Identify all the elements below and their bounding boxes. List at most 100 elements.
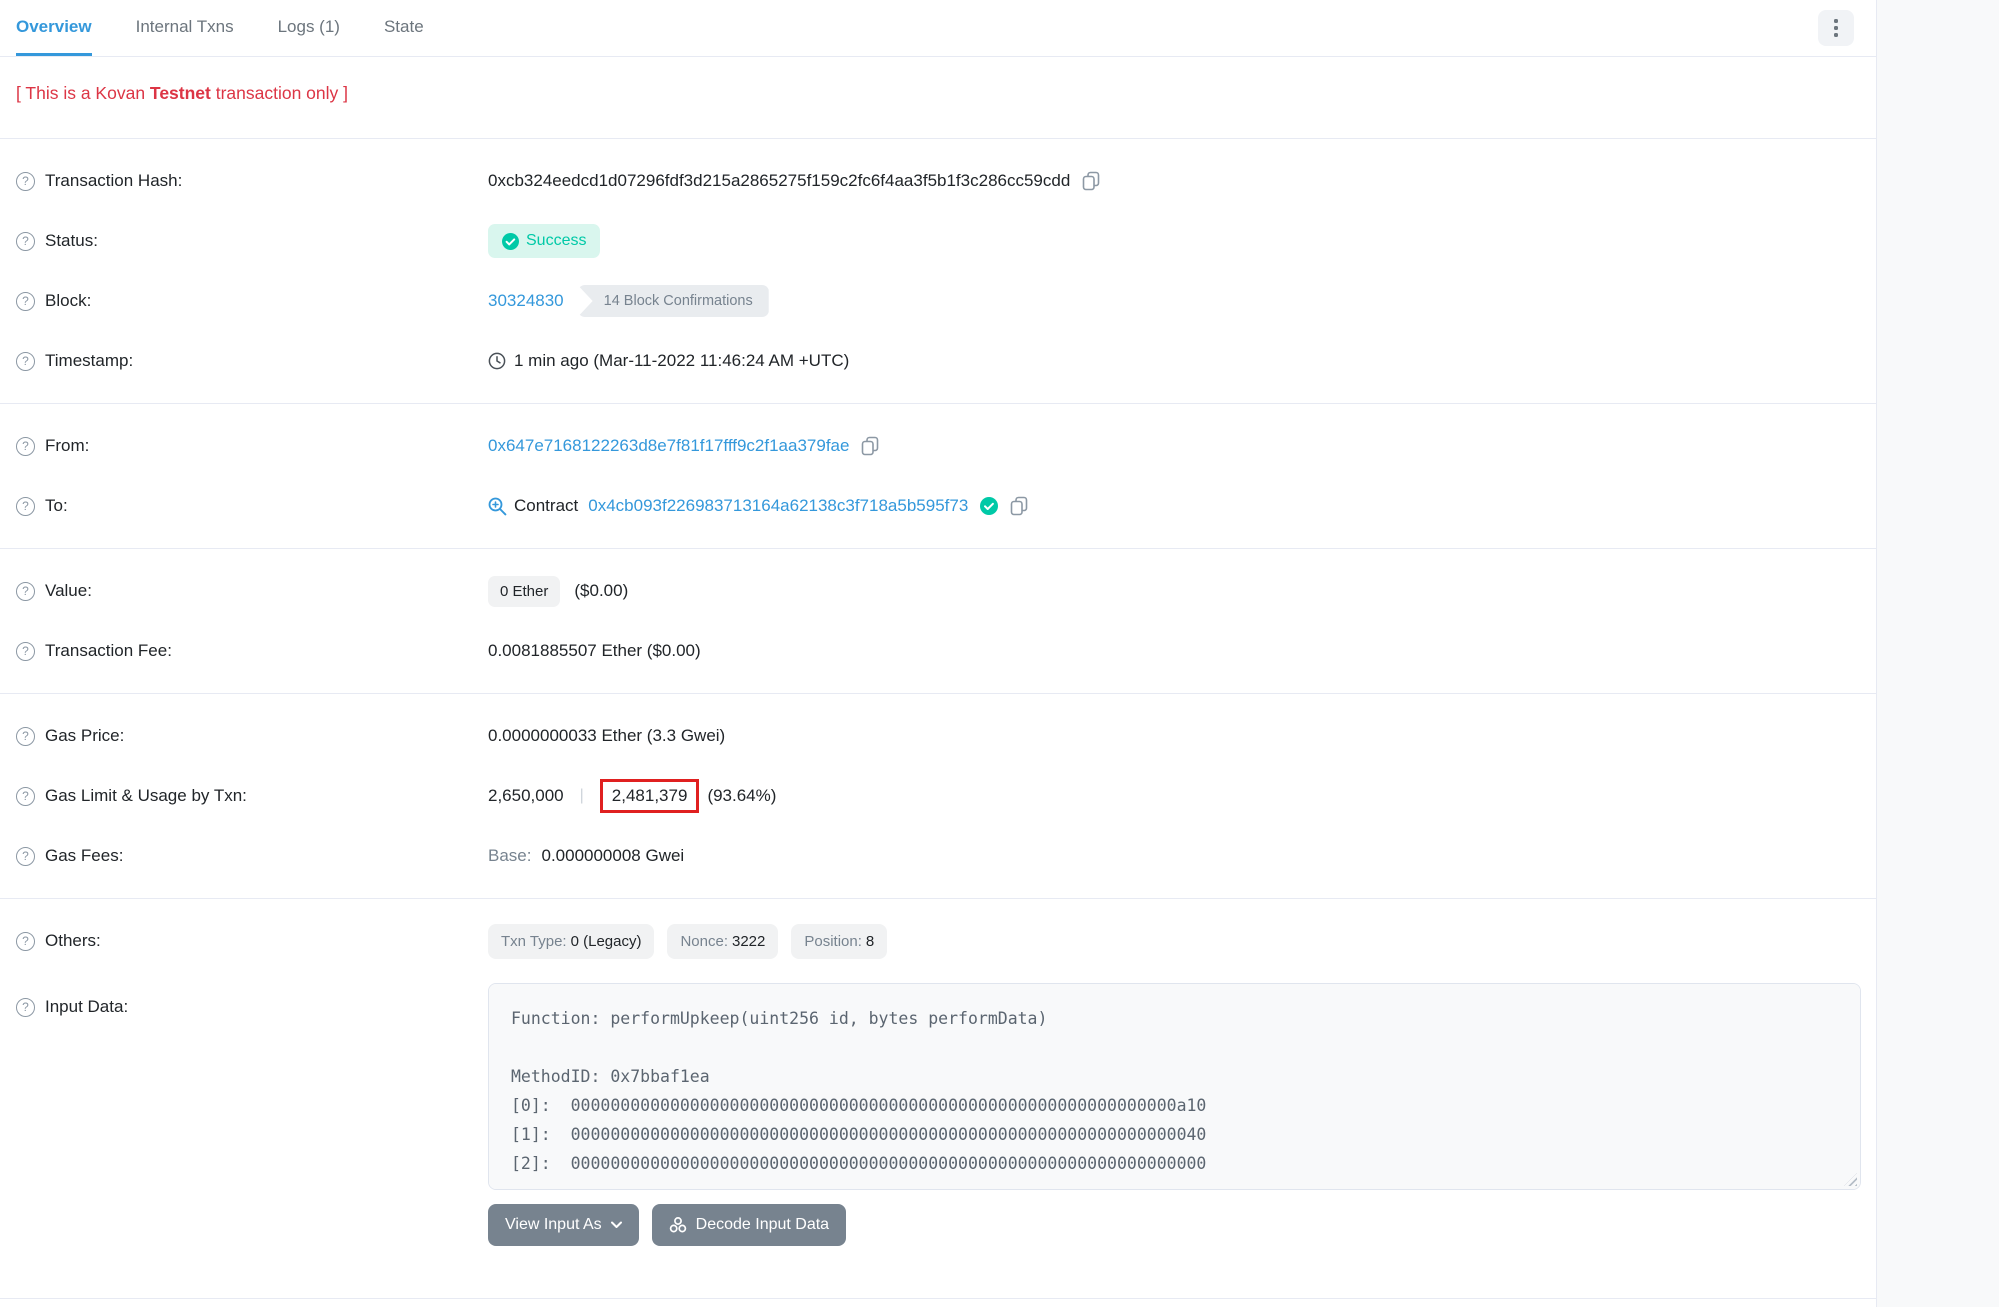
to-label: To: [45, 496, 68, 516]
view-input-as-button[interactable]: View Input As [488, 1204, 639, 1246]
copy-icon[interactable] [1082, 171, 1100, 191]
help-icon[interactable]: ? [16, 232, 35, 251]
row-timestamp: ? Timestamp: 1 min ago (Mar-11-2022 11:4… [16, 331, 1860, 391]
from-label: From: [45, 436, 89, 456]
view-input-as-label: View Input As [505, 1216, 602, 1234]
group-gas: ? Gas Price: 0.0000000033 Ether (3.3 Gwe… [0, 694, 1876, 898]
transaction-hash-value: 0xcb324eedcd1d07296fdf3d215a2865275f159c… [488, 171, 1070, 191]
row-status: ? Status: Success [16, 211, 1860, 271]
kebab-dot [1834, 19, 1838, 23]
help-icon[interactable]: ? [16, 352, 35, 371]
kebab-dot [1834, 33, 1838, 37]
help-icon[interactable]: ? [16, 998, 35, 1017]
decode-input-data-label: Decode Input Data [696, 1216, 829, 1234]
transaction-details-card: Overview Internal Txns Logs (1) State [ … [0, 0, 1877, 1307]
txn-type-badge: Txn Type:0 (Legacy) [488, 924, 654, 959]
row-input-data: ? Input Data: Function: performUpkeep(ui… [16, 983, 1860, 1246]
nonce-name: Nonce: [680, 933, 728, 950]
transaction-fee-label: Transaction Fee: [45, 641, 172, 661]
gas-fees-label: Gas Fees: [45, 846, 123, 866]
help-icon[interactable]: ? [16, 642, 35, 661]
gas-fees-base-label: Base: [488, 846, 531, 866]
group-others-input: ? Others: Txn Type:0 (Legacy) Nonce:3222… [0, 899, 1876, 1258]
timestamp-label: Timestamp: [45, 351, 133, 371]
ether-value-badge: 0 Ether [488, 576, 560, 607]
row-from: ? From: 0x647e7168122263d8e7f81f17fff9c2… [16, 416, 1860, 476]
help-icon[interactable]: ? [16, 932, 35, 951]
block-number-link[interactable]: 30324830 [488, 291, 564, 311]
help-icon[interactable]: ? [16, 497, 35, 516]
testnet-notice-suffix: transaction only ] [211, 83, 348, 103]
gas-used-highlight-box: 2,481,379 [600, 779, 700, 813]
gas-fees-base-value: 0.000000008 Gwei [541, 846, 684, 866]
input-data-label: Input Data: [45, 997, 128, 1017]
status-label: Status: [45, 231, 98, 251]
gas-limit-value: 2,650,000 [488, 786, 564, 806]
gas-price-value: 0.0000000033 Ether (3.3 Gwei) [488, 726, 725, 746]
zoom-in-icon[interactable] [488, 497, 507, 516]
check-circle-icon [502, 233, 519, 250]
row-value: ? Value: 0 Ether ($0.00) [16, 561, 1860, 621]
row-transaction-hash: ? Transaction Hash: 0xcb324eedcd1d07296f… [16, 151, 1860, 211]
row-gas-fees: ? Gas Fees: Base: 0.000000008 Gwei [16, 826, 1860, 886]
group-addresses: ? From: 0x647e7168122263d8e7f81f17fff9c2… [0, 404, 1876, 548]
kebab-menu-button[interactable] [1818, 10, 1854, 46]
position-badge: Position:8 [791, 924, 887, 959]
others-label: Others: [45, 931, 101, 951]
tab-internal-txns[interactable]: Internal Txns [136, 0, 234, 56]
tab-state[interactable]: State [384, 0, 424, 56]
transaction-hash-label: Transaction Hash: [45, 171, 182, 191]
txn-type-name: Txn Type: [501, 933, 567, 950]
decode-input-data-button[interactable]: Decode Input Data [652, 1204, 846, 1246]
gas-separator: | [580, 787, 584, 805]
status-badge: Success [488, 224, 600, 258]
help-icon[interactable]: ? [16, 787, 35, 806]
block-label: Block: [45, 291, 91, 311]
input-data-content: Function: performUpkeep(uint256 id, byte… [511, 1004, 1838, 1178]
txn-type-value: 0 (Legacy) [571, 933, 642, 950]
help-icon[interactable]: ? [16, 172, 35, 191]
row-block: ? Block: 30324830 14 Block Confirmations [16, 271, 1860, 331]
tab-overview[interactable]: Overview [16, 0, 92, 56]
copy-icon[interactable] [1010, 496, 1028, 516]
help-icon[interactable]: ? [16, 582, 35, 601]
nonce-badge: Nonce:3222 [667, 924, 778, 959]
row-gas-price: ? Gas Price: 0.0000000033 Ether (3.3 Gwe… [16, 706, 1860, 766]
group-summary: ? Transaction Hash: 0xcb324eedcd1d07296f… [0, 139, 1876, 403]
testnet-notice: [ This is a Kovan Testnet transaction on… [16, 83, 1860, 104]
clock-icon [488, 352, 506, 370]
help-icon[interactable]: ? [16, 292, 35, 311]
verified-check-icon [980, 497, 998, 515]
testnet-notice-bold: Testnet [150, 83, 211, 103]
position-value: 8 [866, 933, 874, 950]
to-address-link[interactable]: 0x4cb093f226983713164a62138c3f718a5b595f… [588, 496, 968, 516]
value-label: Value: [45, 581, 92, 601]
divider [0, 1298, 1876, 1299]
chevron-down-icon [611, 1221, 622, 1229]
position-name: Position: [804, 933, 862, 950]
kebab-dot [1834, 26, 1838, 30]
gas-price-label: Gas Price: [45, 726, 124, 746]
timestamp-value: 1 min ago (Mar-11-2022 11:46:24 AM +UTC) [514, 351, 849, 371]
row-transaction-fee: ? Transaction Fee: 0.0081885507 Ether ($… [16, 621, 1860, 681]
group-value-fee: ? Value: 0 Ether ($0.00) ? Transaction F… [0, 549, 1876, 693]
from-address-link[interactable]: 0x647e7168122263d8e7f81f17fff9c2f1aa379f… [488, 436, 849, 456]
help-icon[interactable]: ? [16, 847, 35, 866]
copy-icon[interactable] [861, 436, 879, 456]
help-icon[interactable]: ? [16, 437, 35, 456]
to-contract-prefix: Contract [514, 496, 578, 516]
block-confirmations-badge: 14 Block Confirmations [578, 285, 769, 317]
decode-icon [669, 1216, 687, 1234]
row-to: ? To: Contract 0x4cb093f226983713164a621… [16, 476, 1860, 536]
help-icon[interactable]: ? [16, 727, 35, 746]
nonce-value: 3222 [732, 933, 765, 950]
row-others: ? Others: Txn Type:0 (Legacy) Nonce:3222… [16, 911, 1860, 971]
tab-logs[interactable]: Logs (1) [278, 0, 340, 56]
gas-limit-label: Gas Limit & Usage by Txn: [45, 786, 247, 806]
gas-used-percent: (93.64%) [707, 786, 776, 806]
input-data-textarea[interactable]: Function: performUpkeep(uint256 id, byte… [488, 983, 1861, 1190]
row-gas-limit-usage: ? Gas Limit & Usage by Txn: 2,650,000 | … [16, 766, 1860, 826]
status-value: Success [526, 232, 586, 250]
resize-handle[interactable] [1844, 1173, 1857, 1186]
tab-bar: Overview Internal Txns Logs (1) State [0, 0, 1876, 57]
